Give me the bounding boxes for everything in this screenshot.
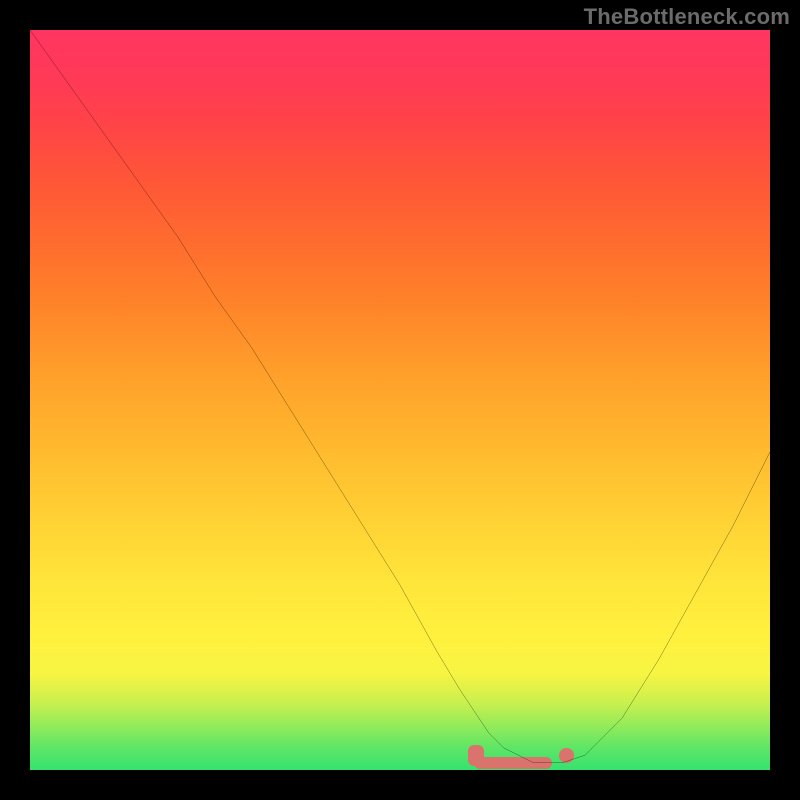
plot-area <box>30 30 770 770</box>
watermark-text: TheBottleneck.com <box>584 4 790 30</box>
bottleneck-curve <box>30 30 770 770</box>
chart-frame: TheBottleneck.com <box>0 0 800 800</box>
